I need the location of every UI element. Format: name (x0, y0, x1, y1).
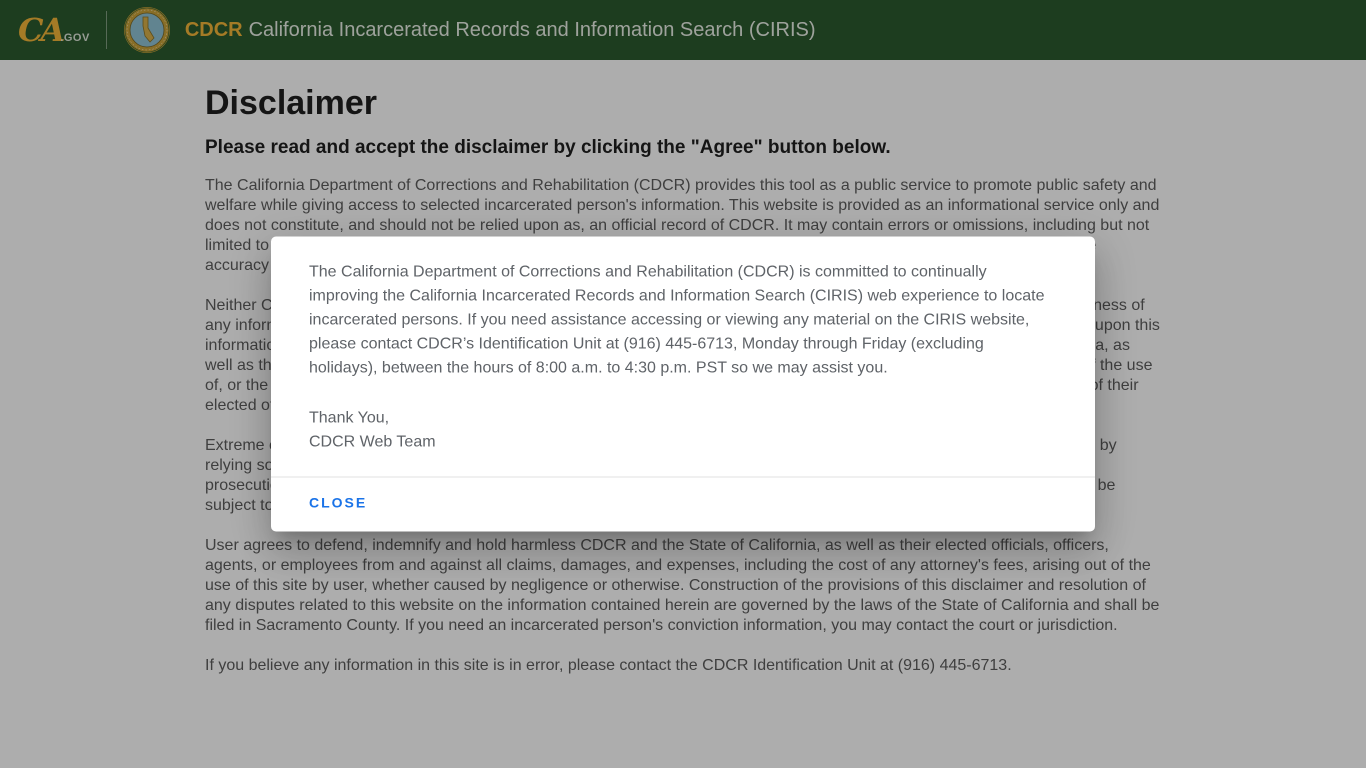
assistance-dialog-signoff-team: CDCR Web Team (309, 433, 436, 451)
assistance-dialog-message: The California Department of Corrections… (309, 263, 1045, 377)
close-button[interactable]: CLOSE (309, 495, 367, 511)
assistance-dialog: The California Department of Corrections… (271, 236, 1095, 532)
assistance-dialog-content: The California Department of Corrections… (271, 237, 1095, 477)
assistance-dialog-actions: CLOSE (271, 476, 1095, 532)
assistance-dialog-signoff-thanks: Thank You, (309, 409, 390, 427)
